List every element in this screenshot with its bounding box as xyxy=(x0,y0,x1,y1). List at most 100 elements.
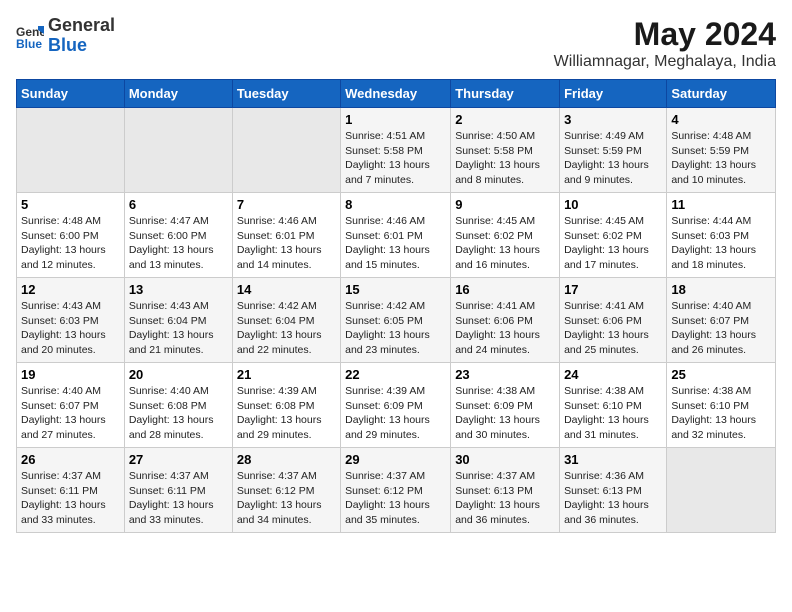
day-number: 18 xyxy=(671,282,771,297)
calendar-cell: 14 Sunrise: 4:42 AM Sunset: 6:04 PM Dayli… xyxy=(232,278,340,363)
day-info: Sunrise: 4:37 AM Sunset: 6:13 PM Dayligh… xyxy=(455,469,555,528)
calendar-cell: 16 Sunrise: 4:41 AM Sunset: 6:06 PM Dayli… xyxy=(451,278,560,363)
day-number: 19 xyxy=(21,367,120,382)
day-info: Sunrise: 4:50 AM Sunset: 5:58 PM Dayligh… xyxy=(455,129,555,188)
day-number: 6 xyxy=(129,197,228,212)
day-number: 2 xyxy=(455,112,555,127)
day-info: Sunrise: 4:37 AM Sunset: 6:11 PM Dayligh… xyxy=(129,469,228,528)
day-number: 31 xyxy=(564,452,662,467)
logo: General Blue General Blue xyxy=(16,16,115,56)
day-number: 10 xyxy=(564,197,662,212)
day-number: 1 xyxy=(345,112,446,127)
calendar-cell: 11Sunrise: 4:44 AM Sunset: 6:03 PM Dayli… xyxy=(667,193,776,278)
day-info: Sunrise: 4:38 AM Sunset: 6:10 PM Dayligh… xyxy=(671,384,771,443)
calendar-cell: 3Sunrise: 4:49 AM Sunset: 5:59 PM Daylig… xyxy=(560,108,667,193)
calendar-cell: 26 Sunrise: 4:37 AM Sunset: 6:11 PM Dayli… xyxy=(17,448,125,533)
calendar-cell: 12Sunrise: 4:43 AM Sunset: 6:03 PM Dayli… xyxy=(17,278,125,363)
calendar-cell: 15Sunrise: 4:42 AM Sunset: 6:05 PM Dayli… xyxy=(341,278,451,363)
day-info: Sunrise: 4:47 AM Sunset: 6:00 PM Dayligh… xyxy=(129,214,228,273)
day-number: 7 xyxy=(237,197,336,212)
day-info: Sunrise: 4:42 AM Sunset: 6:05 PM Dayligh… xyxy=(345,299,446,358)
day-header-monday: Monday xyxy=(124,80,232,108)
calendar-cell: 24Sunrise: 4:38 AM Sunset: 6:10 PM Dayli… xyxy=(560,363,667,448)
day-info: Sunrise: 4:38 AM Sunset: 6:10 PM Dayligh… xyxy=(564,384,662,443)
calendar-cell: 6 Sunrise: 4:47 AM Sunset: 6:00 PM Daylig… xyxy=(124,193,232,278)
day-info: Sunrise: 4:42 AM Sunset: 6:04 PM Dayligh… xyxy=(237,299,336,358)
calendar-cell: 30Sunrise: 4:37 AM Sunset: 6:13 PM Dayli… xyxy=(451,448,560,533)
day-number: 26 xyxy=(21,452,120,467)
day-number: 4 xyxy=(671,112,771,127)
day-info: Sunrise: 4:48 AM Sunset: 5:59 PM Dayligh… xyxy=(671,129,771,188)
calendar-cell: 29 Sunrise: 4:37 AM Sunset: 6:12 PM Dayli… xyxy=(341,448,451,533)
day-header-thursday: Thursday xyxy=(451,80,560,108)
day-info: Sunrise: 4:38 AM Sunset: 6:09 PM Dayligh… xyxy=(455,384,555,443)
day-header-friday: Friday xyxy=(560,80,667,108)
day-number: 23 xyxy=(455,367,555,382)
day-number: 14 xyxy=(237,282,336,297)
day-number: 9 xyxy=(455,197,555,212)
calendar-cell: 25Sunrise: 4:38 AM Sunset: 6:10 PM Dayli… xyxy=(667,363,776,448)
day-info: Sunrise: 4:41 AM Sunset: 6:06 PM Dayligh… xyxy=(564,299,662,358)
day-info: Sunrise: 4:41 AM Sunset: 6:06 PM Dayligh… xyxy=(455,299,555,358)
logo-general: General xyxy=(48,16,115,36)
calendar-cell: 19Sunrise: 4:40 AM Sunset: 6:07 PM Dayli… xyxy=(17,363,125,448)
day-number: 22 xyxy=(345,367,446,382)
day-header-saturday: Saturday xyxy=(667,80,776,108)
subtitle: Williamnagar, Meghalaya, India xyxy=(554,53,776,71)
day-number: 17 xyxy=(564,282,662,297)
title-area: May 2024 Williamnagar, Meghalaya, India xyxy=(554,16,776,71)
calendar-cell: 10Sunrise: 4:45 AM Sunset: 6:02 PM Dayli… xyxy=(560,193,667,278)
logo-icon: General Blue xyxy=(16,22,44,50)
day-number: 13 xyxy=(129,282,228,297)
week-row-2: 5 Sunrise: 4:48 AM Sunset: 6:00 PM Daylig… xyxy=(17,193,776,278)
day-number: 20 xyxy=(129,367,228,382)
day-number: 27 xyxy=(129,452,228,467)
week-row-3: 12Sunrise: 4:43 AM Sunset: 6:03 PM Dayli… xyxy=(17,278,776,363)
day-info: Sunrise: 4:44 AM Sunset: 6:03 PM Dayligh… xyxy=(671,214,771,273)
day-info: Sunrise: 4:48 AM Sunset: 6:00 PM Dayligh… xyxy=(21,214,120,273)
week-row-5: 26 Sunrise: 4:37 AM Sunset: 6:11 PM Dayli… xyxy=(17,448,776,533)
calendar-cell: 13 Sunrise: 4:43 AM Sunset: 6:04 PM Dayli… xyxy=(124,278,232,363)
day-number: 21 xyxy=(237,367,336,382)
calendar-cell: 9 Sunrise: 4:45 AM Sunset: 6:02 PM Daylig… xyxy=(451,193,560,278)
day-info: Sunrise: 4:43 AM Sunset: 6:04 PM Dayligh… xyxy=(129,299,228,358)
calendar-cell xyxy=(232,108,340,193)
calendar-cell xyxy=(667,448,776,533)
calendar-cell: 18 Sunrise: 4:40 AM Sunset: 6:07 PM Dayli… xyxy=(667,278,776,363)
day-info: Sunrise: 4:39 AM Sunset: 6:08 PM Dayligh… xyxy=(237,384,336,443)
calendar-cell: 17 Sunrise: 4:41 AM Sunset: 6:06 PM Dayli… xyxy=(560,278,667,363)
day-info: Sunrise: 4:40 AM Sunset: 6:08 PM Dayligh… xyxy=(129,384,228,443)
calendar-cell: 21 Sunrise: 4:39 AM Sunset: 6:08 PM Dayli… xyxy=(232,363,340,448)
day-number: 28 xyxy=(237,452,336,467)
day-number: 5 xyxy=(21,197,120,212)
day-info: Sunrise: 4:40 AM Sunset: 6:07 PM Dayligh… xyxy=(671,299,771,358)
day-number: 16 xyxy=(455,282,555,297)
day-info: Sunrise: 4:46 AM Sunset: 6:01 PM Dayligh… xyxy=(345,214,446,273)
day-info: Sunrise: 4:43 AM Sunset: 6:03 PM Dayligh… xyxy=(21,299,120,358)
calendar-cell: 23 Sunrise: 4:38 AM Sunset: 6:09 PM Dayli… xyxy=(451,363,560,448)
calendar-cell xyxy=(124,108,232,193)
calendar-cell xyxy=(17,108,125,193)
day-info: Sunrise: 4:51 AM Sunset: 5:58 PM Dayligh… xyxy=(345,129,446,188)
header: General Blue General Blue May 2024 Willi… xyxy=(16,16,776,71)
day-number: 8 xyxy=(345,197,446,212)
calendar-table: SundayMondayTuesdayWednesdayThursdayFrid… xyxy=(16,79,776,533)
logo-blue: Blue xyxy=(48,36,115,56)
day-info: Sunrise: 4:37 AM Sunset: 6:11 PM Dayligh… xyxy=(21,469,120,528)
day-number: 3 xyxy=(564,112,662,127)
days-header-row: SundayMondayTuesdayWednesdayThursdayFrid… xyxy=(17,80,776,108)
day-info: Sunrise: 4:45 AM Sunset: 6:02 PM Dayligh… xyxy=(455,214,555,273)
day-info: Sunrise: 4:37 AM Sunset: 6:12 PM Dayligh… xyxy=(237,469,336,528)
week-row-4: 19Sunrise: 4:40 AM Sunset: 6:07 PM Dayli… xyxy=(17,363,776,448)
day-info: Sunrise: 4:39 AM Sunset: 6:09 PM Dayligh… xyxy=(345,384,446,443)
calendar-cell: 1 Sunrise: 4:51 AM Sunset: 5:58 PM Daylig… xyxy=(341,108,451,193)
calendar-cell: 7Sunrise: 4:46 AM Sunset: 6:01 PM Daylig… xyxy=(232,193,340,278)
day-header-tuesday: Tuesday xyxy=(232,80,340,108)
calendar-cell: 28 Sunrise: 4:37 AM Sunset: 6:12 PM Dayli… xyxy=(232,448,340,533)
calendar-cell: 4 Sunrise: 4:48 AM Sunset: 5:59 PM Daylig… xyxy=(667,108,776,193)
day-info: Sunrise: 4:37 AM Sunset: 6:12 PM Dayligh… xyxy=(345,469,446,528)
calendar-cell: 20 Sunrise: 4:40 AM Sunset: 6:08 PM Dayli… xyxy=(124,363,232,448)
day-number: 29 xyxy=(345,452,446,467)
week-row-1: 1 Sunrise: 4:51 AM Sunset: 5:58 PM Daylig… xyxy=(17,108,776,193)
calendar-cell: 27 Sunrise: 4:37 AM Sunset: 6:11 PM Dayli… xyxy=(124,448,232,533)
